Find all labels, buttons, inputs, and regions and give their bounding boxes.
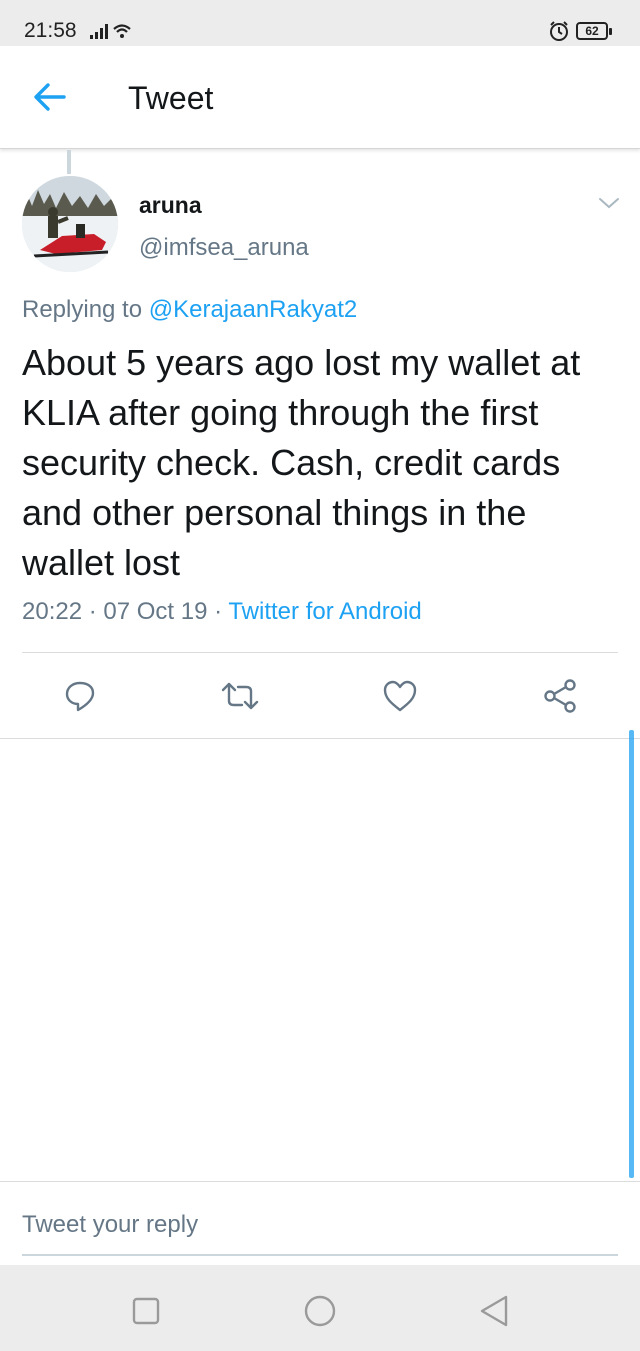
retweet-button[interactable]	[220, 674, 260, 718]
reply-composer	[0, 1181, 640, 1265]
app-bar: Tweet	[0, 46, 640, 149]
arrow-left-icon[interactable]	[32, 80, 68, 114]
tweet-text: About 5 years ago lost my wallet at KLIA…	[22, 342, 581, 583]
like-button[interactable]	[380, 674, 420, 718]
recents-button[interactable]	[128, 1293, 164, 1329]
tweet-timestamp: 20:22 · 07 Oct 19 ·	[22, 598, 229, 625]
thread-connector-line	[67, 150, 71, 174]
status-bar: 21:58 62	[0, 0, 640, 46]
home-button[interactable]	[302, 1293, 338, 1329]
replying-to-line: Replying to @KerajaanRakyat2	[22, 296, 357, 324]
status-time: 21:58	[24, 19, 77, 42]
replying-to-mention[interactable]: @KerajaanRakyat2	[149, 296, 357, 323]
avatar[interactable]	[22, 176, 118, 272]
battery-icon: 62	[576, 22, 612, 40]
divider	[0, 738, 640, 739]
chevron-down-icon[interactable]	[598, 196, 620, 210]
author-name[interactable]: aruna	[139, 192, 202, 219]
replying-prefix: Replying to	[22, 296, 143, 323]
tweet-source-link[interactable]: Twitter for Android	[228, 598, 421, 625]
retweet-icon	[221, 682, 259, 710]
signal-icon	[90, 24, 131, 39]
author-handle[interactable]: @imfsea_aruna	[139, 234, 309, 262]
back-button[interactable]	[476, 1293, 512, 1329]
divider	[22, 652, 618, 653]
avatar-image	[22, 176, 118, 272]
scrollbar[interactable]	[629, 730, 634, 1178]
reply-icon	[65, 681, 95, 712]
page-title: Tweet	[128, 80, 214, 116]
share-button[interactable]	[540, 674, 580, 718]
reply-button[interactable]	[60, 674, 100, 718]
tweet-meta: 20:22 · 07 Oct 19 · Twitter for Android	[22, 598, 422, 626]
alarm-icon	[550, 21, 568, 41]
reply-input[interactable]	[22, 1206, 618, 1256]
system-nav-bar	[0, 1265, 640, 1351]
like-icon	[383, 680, 417, 712]
share-icon	[544, 679, 576, 713]
